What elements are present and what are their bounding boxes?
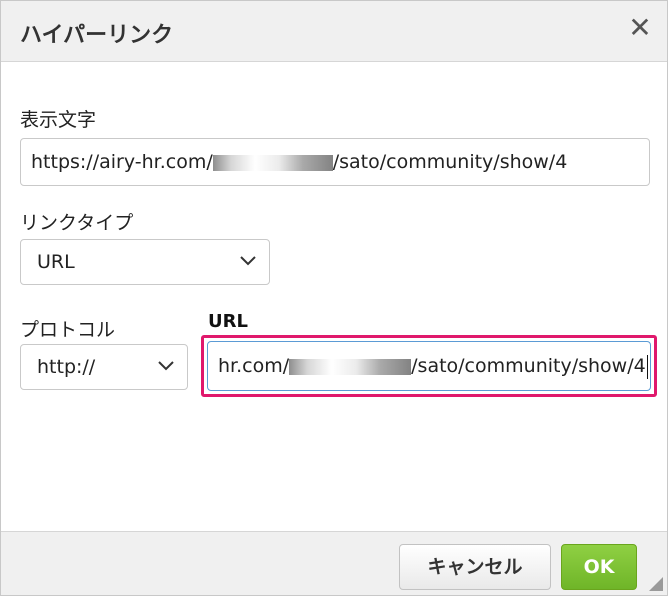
url-label: URL [208,311,248,332]
url-value-suffix: /sato/community/show/4 [411,355,646,377]
chevron-down-icon [158,361,174,371]
protocol-select[interactable]: http:// [20,344,188,390]
dialog-titlebar[interactable]: ハイパーリンク ✕ [1,1,667,62]
dialog-footer: キャンセル OK [1,531,667,595]
display-text-value-suffix: /sato/community/show/4 [332,151,568,173]
display-text-input[interactable]: https://airy-hr.com/ /sato/community/show… [20,138,650,186]
resize-grip-icon[interactable] [649,577,663,591]
url-value-prefix: hr.com/ [218,355,290,377]
link-type-select[interactable]: URL [20,239,270,285]
display-text-label: 表示文字 [20,109,97,131]
redacted-segment [289,358,412,375]
link-type-selected: URL [37,251,75,273]
protocol-label: プロトコル [20,319,116,341]
display-text-value-prefix: https://airy-hr.com/ [31,151,213,173]
protocol-selected: http:// [37,356,96,378]
ok-button[interactable]: OK [561,544,637,590]
dialog-title: ハイパーリンク [20,23,174,48]
text-caret [646,354,648,379]
url-input[interactable]: hr.com/ /sato/community/show/4 [207,341,651,391]
link-type-label: リンクタイプ [20,212,134,234]
redacted-segment [212,154,333,171]
chevron-down-icon [240,256,256,266]
hyperlink-dialog: ハイパーリンク ✕ 表示文字 https://airy-hr.com/ /sato… [0,0,668,596]
cancel-button[interactable]: キャンセル [399,544,551,590]
close-icon[interactable]: ✕ [627,14,653,42]
